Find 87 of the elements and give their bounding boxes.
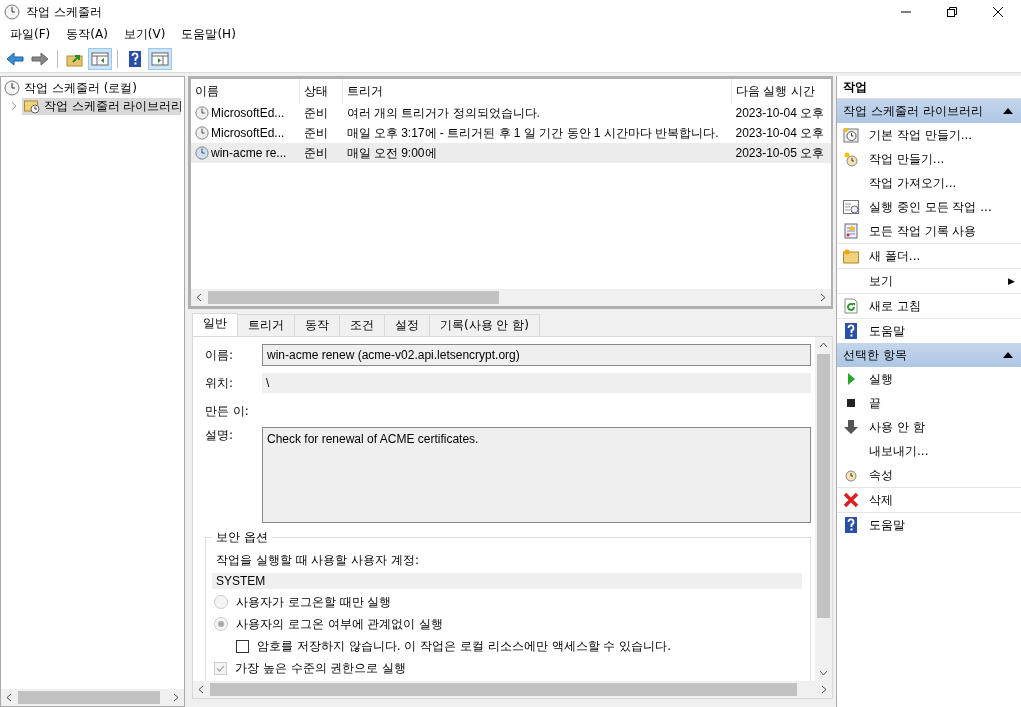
table-cell: 2023-10-04 오후 [735,125,825,140]
option-label: 사용자가 로그온할 때만 실행 [236,593,392,611]
delete-icon [843,492,859,508]
section-header[interactable]: 작업 스케줄러 라이브러리 [837,99,1021,123]
table-cell: 2023-10-05 오후 [735,145,825,160]
chevron-icon[interactable] [10,101,18,111]
task-row[interactable]: MicrosoftEd... 준비 여러 개의 트리거가 정의되었습니다. 2023-10-04 오후 [191,103,831,123]
clock-icon [4,4,20,20]
window-title: 작업 스케줄러 [26,3,102,21]
action-link[interactable]: 작업 가져오기... [869,174,957,192]
field-label: 만든 이: [205,402,250,420]
field-label: 위치: [205,374,235,392]
table-cell: 2023-10-04 오후 [735,105,825,120]
horizontal-scrollbar[interactable] [193,681,832,698]
location-field[interactable]: \ [262,373,811,393]
action-link[interactable]: 속성 [869,466,893,484]
action-link[interactable]: 도움말 [869,516,905,534]
table-cell: 준비 [303,125,328,140]
action-link[interactable]: 내보내기... [869,442,929,460]
action-link[interactable]: 모든 작업 기록 사용 [869,222,977,240]
option-label: 가장 높은 수준의 권한으로 실행 [235,659,407,677]
field-label: 설명: [205,427,235,444]
vertical-scrollbar[interactable] [815,337,832,681]
menu-item[interactable]: 도움말(H) [173,26,244,43]
column-header[interactable]: 트리거 [342,79,732,103]
action-link[interactable]: 기본 작업 만들기... [869,126,973,144]
table-cell: 매일 오전 9:00에 [346,145,437,160]
table-cell: 매일 오후 3:17에 - 트리거된 후 1 일 기간 동안 1 시간마다 반복합니다. [346,125,719,140]
table-cell: MicrosoftEd... [211,106,285,120]
horizontal-scrollbar[interactable] [1,689,184,706]
tree-item[interactable]: 작업 스케줄러 (로컬) [24,79,137,97]
refresh-icon [843,298,859,314]
action-link[interactable]: 새 폴더... [869,247,921,265]
table-cell: MicrosoftEd... [211,126,285,140]
folder-clock-icon [23,98,40,114]
option-label: 사용자의 로그온 여부에 관계없이 실행 [236,615,444,633]
tab[interactable]: 일반 [192,313,238,336]
section-header[interactable]: 선택한 항목 [837,343,1021,367]
down-arrow-icon [843,419,859,435]
description-field[interactable]: Check for renewal of ACME certificates. [262,427,811,523]
new-folder-icon [843,248,859,264]
table-cell: win-acme re... [211,146,287,160]
panel-toggle-icon[interactable] [89,48,111,69]
action-link[interactable]: 도움말 [869,322,905,340]
panel-toggle-icon[interactable] [149,48,171,69]
clock-icon [843,467,859,483]
list-clock-icon [843,199,859,215]
clock-icon [195,126,209,140]
tree-item[interactable]: 작업 스케줄러 라이브러리 [21,97,181,115]
account-label: 작업을 실행할 때 사용할 사용자 계정: [215,552,421,569]
collapse-icon[interactable] [1003,352,1013,358]
table-cell: 준비 [303,105,328,120]
collapse-icon[interactable] [1003,108,1013,114]
help-icon [843,323,859,339]
table-cell: 여러 개의 트리거가 정의되었습니다. [346,105,540,120]
option-label: 암호를 저장하지 않습니다. 이 작업은 로컬 리소스에만 액세스할 수 있습니다. [257,637,671,655]
menu-item[interactable]: 파일(F) [2,26,59,43]
action-link[interactable]: 보기 [869,272,893,290]
column-header[interactable]: 이름 [191,79,300,103]
section-title: 작업 스케줄러 라이브러리 [843,102,983,120]
menu-item[interactable]: 동작(A) [58,26,116,43]
action-link[interactable]: 삭제 [869,491,893,509]
field-label: 이름: [205,346,235,364]
clock-icon [195,106,209,120]
help-icon [843,517,859,533]
horizontal-scrollbar[interactable] [191,289,831,306]
clock-star-icon [843,151,859,167]
action-link[interactable]: 실행 [869,370,893,388]
clock-icon [195,146,209,160]
account-field[interactable]: SYSTEM [212,573,802,589]
action-link[interactable]: 새로 고침 [869,297,921,315]
log-icon [843,223,859,239]
action-link[interactable]: 작업 만들기... [869,150,945,168]
name-field[interactable]: win-acme renew (acme-v02.api.letsencrypt.org) [262,344,811,366]
clock-wizard-icon [843,127,859,143]
tab[interactable]: 기록(사용 안 함) [429,314,540,336]
menu-item[interactable]: 보기(V) [115,26,174,43]
table-cell: 준비 [303,145,328,160]
submenu-arrow: ▶ [1008,276,1015,286]
task-row[interactable]: MicrosoftEd... 준비 매일 오후 3:17에 - 트리거된 후 1 일 기간 동안 1 시간마다 반복합니다. 2023-10-04 오후 [191,123,831,143]
group-title: 보안 옵션 [215,529,269,546]
action-link[interactable]: 끝 [869,394,881,412]
action-link[interactable]: 실행 중인 모든 작업 ... [869,198,992,216]
clock-icon [4,80,20,96]
column-header[interactable]: 상태 [299,79,343,103]
section-title: 선택한 항목 [843,346,907,364]
action-link[interactable]: 사용 안 함 [869,418,925,436]
